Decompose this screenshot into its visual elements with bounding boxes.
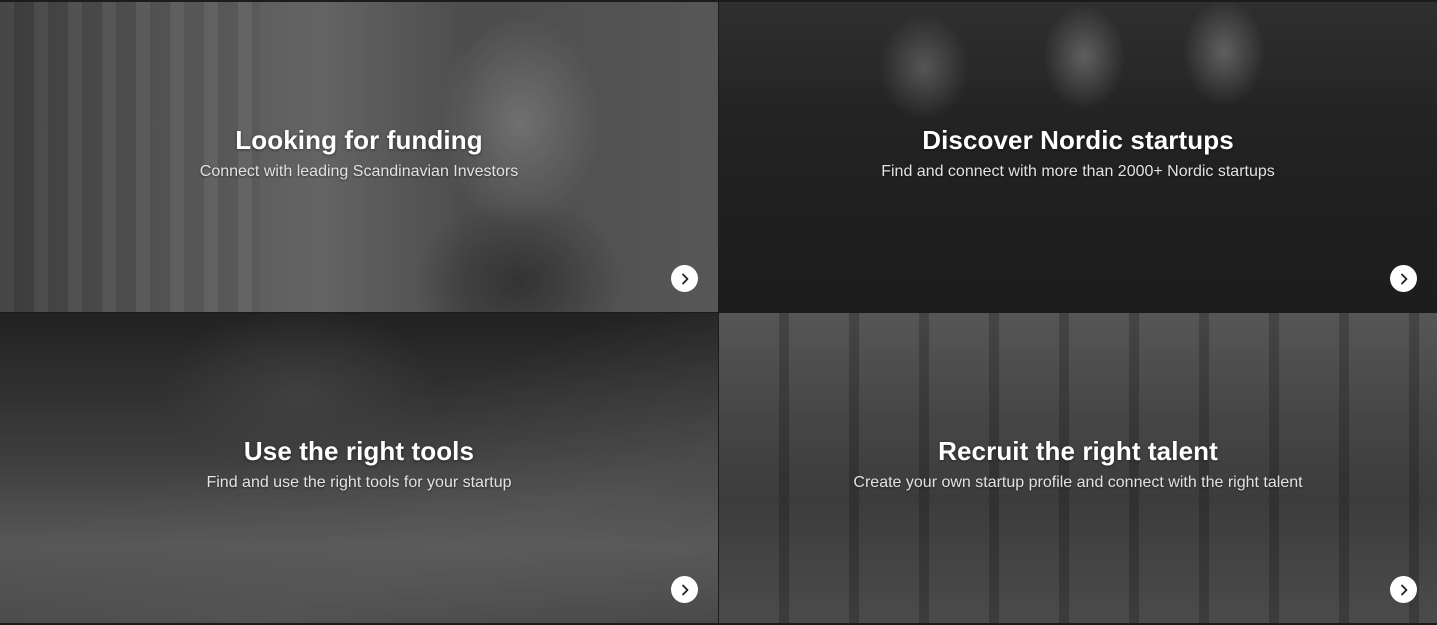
- tile-arrow-button[interactable]: [1390, 265, 1417, 292]
- chevron-right-icon: [1400, 584, 1407, 595]
- tile-title: Looking for funding: [235, 125, 483, 155]
- tile-subtitle: Find and connect with more than 2000+ No…: [881, 163, 1275, 180]
- tile-caption: Looking for funding Connect with leading…: [0, 124, 718, 182]
- tile-arrow-button[interactable]: [671, 576, 698, 603]
- tile-looking-for-funding[interactable]: Looking for funding Connect with leading…: [0, 2, 718, 312]
- tile-caption: Discover Nordic startups Find and connec…: [719, 124, 1437, 182]
- tile-title: Recruit the right talent: [938, 436, 1218, 466]
- chevron-right-icon: [681, 273, 688, 284]
- tile-discover-nordic-startups[interactable]: Discover Nordic startups Find and connec…: [719, 2, 1437, 312]
- tile-title: Discover Nordic startups: [922, 125, 1234, 155]
- tile-subtitle: Create your own startup profile and conn…: [853, 474, 1303, 491]
- tile-arrow-button[interactable]: [671, 265, 698, 292]
- feature-tiles-grid: Looking for funding Connect with leading…: [0, 0, 1437, 625]
- tile-title: Use the right tools: [243, 436, 475, 466]
- tile-caption: Recruit the right talent Create your own…: [719, 435, 1437, 493]
- chevron-right-icon: [681, 584, 688, 595]
- tile-subtitle: Find and use the right tools for your st…: [206, 474, 512, 491]
- tile-arrow-button[interactable]: [1390, 576, 1417, 603]
- tile-caption: Use the right tools Find and use the rig…: [0, 435, 718, 493]
- chevron-right-icon: [1400, 273, 1407, 284]
- tile-recruit-the-right-talent[interactable]: Recruit the right talent Create your own…: [719, 313, 1437, 623]
- tile-subtitle: Connect with leading Scandinavian Invest…: [199, 163, 519, 180]
- tile-use-the-right-tools[interactable]: Use the right tools Find and use the rig…: [0, 313, 718, 623]
